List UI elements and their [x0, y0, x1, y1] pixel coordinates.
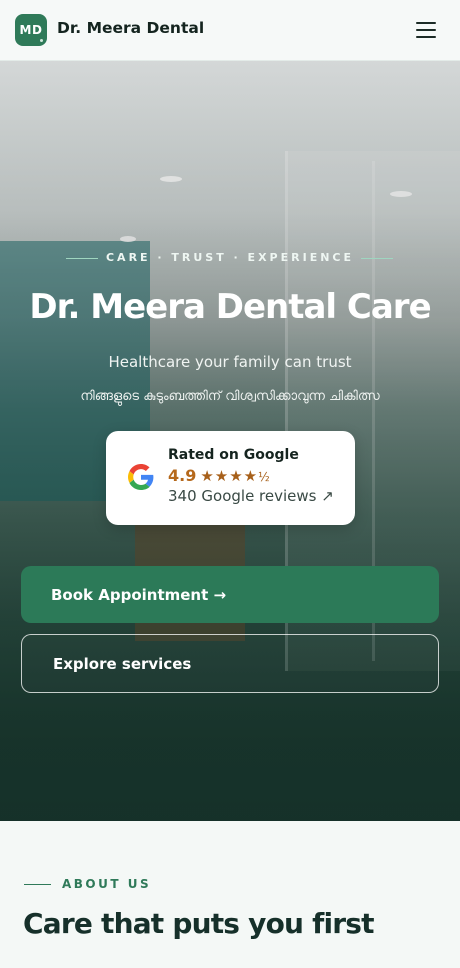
- rating-score-row: 4.9 ★★★★½: [168, 466, 270, 485]
- logo-initials: MD: [19, 23, 43, 37]
- about-heading: Care that puts you first: [23, 907, 375, 940]
- rating-value: 4.9: [168, 466, 197, 485]
- hero-subtitle: Healthcare your family can trust: [108, 353, 352, 371]
- hero-title: Dr. Meera Dental Care: [29, 287, 431, 327]
- logo-badge[interactable]: MD: [15, 14, 47, 46]
- hero-section: CARE · TRUST · EXPERIENCE Dr. Meera Dent…: [0, 61, 460, 821]
- rating-half-star: ½: [258, 470, 270, 484]
- google-reviews-link[interactable]: 340 Google reviews ↗: [168, 487, 334, 505]
- hamburger-menu-icon[interactable]: [410, 19, 442, 43]
- brand-name[interactable]: Dr. Meera Dental: [57, 19, 204, 37]
- hero-tagline-row: CARE · TRUST · EXPERIENCE: [0, 251, 460, 267]
- tagline-rule-right: [361, 258, 393, 259]
- explore-services-button[interactable]: Explore services: [21, 634, 439, 693]
- google-g-icon: [128, 464, 154, 490]
- about-section: ABOUT US Care that puts you first: [0, 821, 460, 968]
- about-label-rule: [24, 884, 51, 885]
- book-appointment-button[interactable]: Book Appointment →: [21, 566, 439, 623]
- rating-title: Rated on Google: [168, 447, 299, 463]
- logo-dot: [40, 39, 43, 42]
- hero-subtitle-malayalam: നിങ്ങളുടെ കുടുംബത്തിന് വിശ്വസിക്കാവുന്ന …: [80, 389, 380, 404]
- google-rating-card[interactable]: Rated on Google 4.9 ★★★★½ 340 Google revi…: [106, 431, 355, 525]
- about-label: ABOUT US: [62, 877, 152, 891]
- site-header: MD Dr. Meera Dental: [0, 0, 460, 61]
- rating-stars: ★★★★: [200, 467, 259, 485]
